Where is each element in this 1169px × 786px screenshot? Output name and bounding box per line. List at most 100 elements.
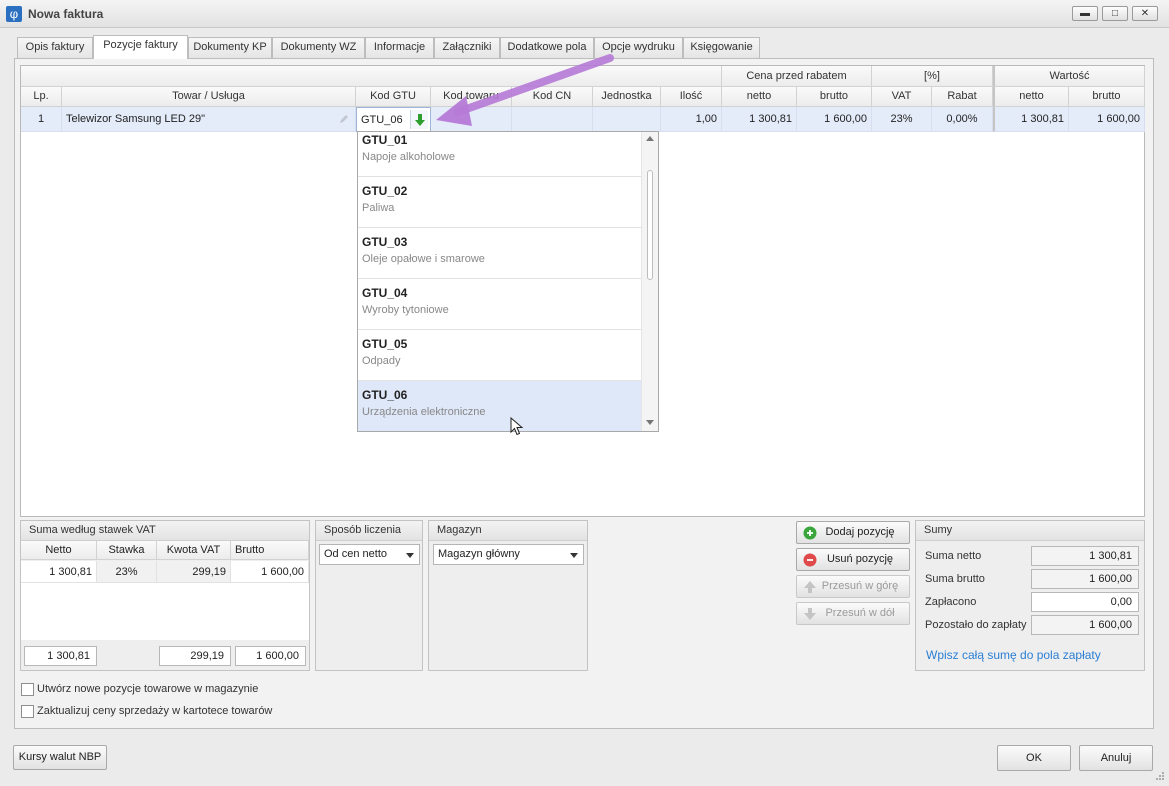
cell-rabat[interactable]: 0,00%	[932, 107, 993, 132]
suma-brutto-label: Suma brutto	[925, 573, 985, 585]
create-items-label[interactable]: Utwórz nowe pozycje towarowe w magazynie	[37, 683, 258, 695]
gtu-option-04[interactable]: GTU_04 Wyroby tytoniowe	[358, 279, 641, 330]
cell-towar[interactable]: Telewizor Samsung LED 29"	[62, 107, 356, 132]
col-ilosc[interactable]: Ilość	[661, 87, 722, 107]
col-cena-netto[interactable]: netto	[722, 87, 797, 107]
sposob-liczenia-value: Od cen netto	[324, 548, 387, 560]
app-logo-icon: φ	[6, 6, 22, 22]
gtu-dropdown-scrollbar[interactable]	[641, 132, 658, 431]
chevron-down-icon	[570, 553, 578, 558]
sposob-liczenia-select[interactable]: Od cen netto	[319, 544, 420, 565]
gtu-option-code: GTU_05	[362, 337, 408, 351]
maximize-icon: □	[1111, 8, 1119, 19]
fill-payment-link[interactable]: Wpisz całą sumę do pola zapłaty	[926, 648, 1101, 662]
gtu-option-code: GTU_02	[362, 184, 408, 198]
gtu-option-01[interactable]: GTU_01 Napoje alkoholowe	[358, 132, 641, 177]
gtu-option-desc: Urządzenia elektroniczne	[362, 406, 486, 418]
header-percent: [%]	[872, 66, 993, 87]
cell-ilosc[interactable]: 1,00	[661, 107, 722, 132]
vat-row-kwota: 299,19	[157, 561, 231, 583]
sposob-liczenia-group: Sposób liczenia Od cen netto	[315, 520, 423, 671]
pozostalo-label: Pozostało do zapłaty	[925, 619, 1027, 631]
update-prices-checkbox[interactable]	[21, 705, 34, 718]
tab-dokumenty-kp[interactable]: Dokumenty KP	[188, 37, 272, 58]
remove-icon	[803, 553, 817, 567]
col-cena-brutto[interactable]: brutto	[797, 87, 872, 107]
col-lp[interactable]: Lp.	[21, 87, 62, 107]
add-item-button[interactable]: Dodaj pozycję	[796, 521, 910, 544]
arrow-up-icon	[804, 581, 816, 593]
cell-towar-text: Telewizor Samsung LED 29"	[66, 113, 206, 125]
suma-netto-label: Suma netto	[925, 550, 982, 562]
scroll-down-icon[interactable]	[646, 420, 654, 426]
magazyn-select[interactable]: Magazyn główny	[433, 544, 584, 565]
create-items-checkbox[interactable]	[21, 683, 34, 696]
col-vat[interactable]: VAT	[872, 87, 932, 107]
col-towar[interactable]: Towar / Usługa	[62, 87, 356, 107]
magazyn-group: Magazyn Magazyn główny	[428, 520, 588, 671]
maximize-button[interactable]: □	[1102, 6, 1128, 21]
gtu-option-desc: Napoje alkoholowe	[362, 151, 455, 163]
sumy-title: Sumy	[916, 521, 1144, 541]
sumy-group: Sumy Suma netto 1 300,81 Suma brutto 1 6…	[915, 520, 1145, 671]
remove-item-label: Usuń pozycję	[826, 553, 894, 565]
zaplacono-label: Zapłacono	[925, 596, 977, 608]
gtu-option-code: GTU_06	[362, 388, 408, 402]
title-bar: φ Nowa faktura ▬ □ ✕	[0, 0, 1169, 28]
close-icon: ✕	[1140, 8, 1150, 19]
add-icon	[803, 526, 817, 540]
minimize-button[interactable]: ▬	[1072, 6, 1098, 21]
sposob-liczenia-title: Sposób liczenia	[316, 521, 422, 541]
magazyn-value: Magazyn główny	[438, 548, 520, 560]
move-down-button[interactable]: Przesuń w dół	[796, 602, 910, 625]
move-up-label: Przesuń w górę	[821, 580, 899, 592]
gtu-option-02[interactable]: GTU_02 Paliwa	[358, 177, 641, 228]
gtu-option-05[interactable]: GTU_05 Odpady	[358, 330, 641, 381]
cell-vat[interactable]: 23%	[872, 107, 932, 132]
gtu-dropdown-list[interactable]: GTU_01 Napoje alkoholowe GTU_02 Paliwa G…	[357, 131, 659, 432]
tab-dokumenty-wz[interactable]: Dokumenty WZ	[272, 37, 365, 58]
remove-item-button[interactable]: Usuń pozycję	[796, 548, 910, 571]
magazyn-title: Magazyn	[429, 521, 587, 541]
pencil-icon[interactable]	[339, 114, 349, 124]
header-cena-przed-rabatem: Cena przed rabatem	[722, 66, 872, 87]
tab-pozycje-faktury[interactable]: Pozycje faktury	[93, 35, 188, 59]
cancel-button[interactable]: Anuluj	[1079, 745, 1153, 771]
gtu-option-code: GTU_01	[362, 133, 408, 147]
scroll-up-icon[interactable]	[646, 136, 654, 142]
gtu-option-code: GTU_04	[362, 286, 408, 300]
gtu-option-desc: Wyroby tytoniowe	[362, 304, 449, 316]
gtu-scroll-thumb[interactable]	[647, 170, 653, 280]
vat-summary-group: Suma według stawek VAT Netto Stawka Kwot…	[20, 520, 310, 671]
suma-netto-value: 1 300,81	[1031, 546, 1139, 566]
vat-row-netto: 1 300,81	[21, 561, 97, 583]
cell-wartosc-brutto[interactable]: 1 600,00	[1069, 107, 1145, 132]
gtu-option-03[interactable]: GTU_03 Oleje opałowe i smarowe	[358, 228, 641, 279]
move-up-button[interactable]: Przesuń w górę	[796, 575, 910, 598]
col-wartosc-brutto[interactable]: brutto	[1069, 87, 1145, 107]
col-rabat[interactable]: Rabat	[932, 87, 993, 107]
ok-button[interactable]: OK	[997, 745, 1071, 771]
update-prices-label[interactable]: Zaktualizuj ceny sprzedaży w kartotece t…	[37, 705, 272, 717]
gtu-option-desc: Odpady	[362, 355, 401, 367]
resize-grip-icon[interactable]	[1153, 770, 1165, 782]
tab-ksiegowanie[interactable]: Księgowanie	[683, 37, 760, 58]
cell-lp[interactable]: 1	[21, 107, 62, 132]
gtu-option-desc: Paliwa	[362, 202, 395, 214]
vat-row-stawka: 23%	[97, 561, 157, 583]
cell-cena-brutto[interactable]: 1 600,00	[797, 107, 872, 132]
cell-kod-gtu-value: GTU_06	[361, 114, 403, 126]
gtu-option-06[interactable]: GTU_06 Urządzenia elektroniczne	[358, 381, 641, 431]
tab-opis-faktury[interactable]: Opis faktury	[17, 37, 93, 58]
col-wartosc-netto[interactable]: netto	[993, 87, 1069, 107]
close-button[interactable]: ✕	[1132, 6, 1158, 21]
vat-col-brutto: Brutto	[231, 541, 309, 560]
mouse-cursor-icon	[510, 417, 524, 436]
pozostalo-value: 1 600,00	[1031, 615, 1139, 635]
cell-wartosc-netto[interactable]: 1 300,81	[993, 107, 1069, 132]
cell-cena-netto[interactable]: 1 300,81	[722, 107, 797, 132]
kursy-walut-button[interactable]: Kursy walut NBP	[13, 745, 107, 770]
header-wartosc: Wartość	[993, 66, 1145, 87]
zaplacono-input[interactable]: 0,00	[1031, 592, 1139, 612]
vat-total-netto: 1 300,81	[24, 646, 97, 666]
